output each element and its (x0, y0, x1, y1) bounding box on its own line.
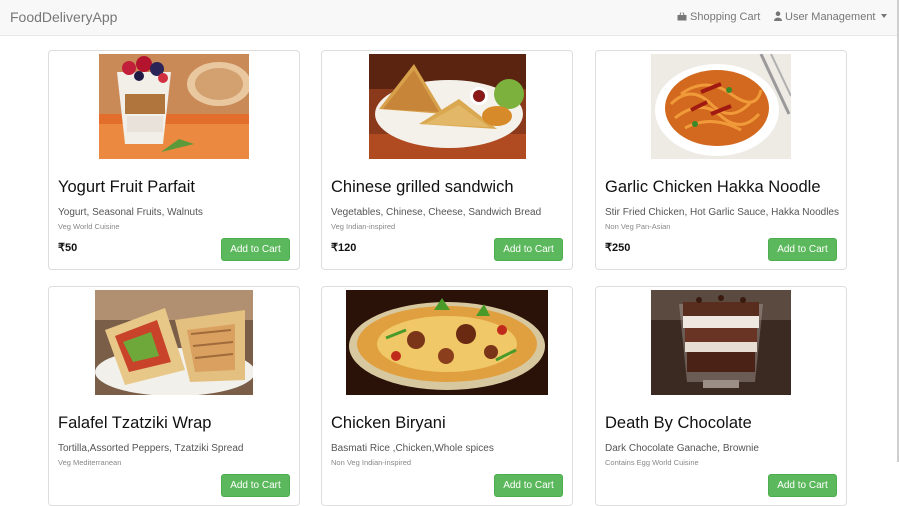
food-image (99, 54, 249, 159)
shopping-cart-link[interactable]: Shopping Cart (677, 11, 760, 23)
user-management-label: User Management (785, 11, 876, 23)
food-image (651, 54, 791, 159)
shopping-basket-icon (677, 12, 687, 21)
food-ingredients: Basmati Rice ,Chicken,Whole spices (331, 443, 494, 454)
food-ingredients: Yogurt, Seasonal Fruits, Walnuts (58, 207, 203, 218)
add-to-cart-button[interactable]: Add to Cart (221, 238, 290, 261)
user-icon (774, 11, 782, 21)
food-ingredients: Tortilla,Assorted Peppers, Tzatziki Spre… (58, 443, 244, 454)
caret-down-icon (880, 14, 887, 18)
food-cuisine: Non Veg Indian-inspired (331, 458, 412, 467)
food-ingredients: Vegetables, Chinese, Cheese, Sandwich Br… (331, 207, 542, 218)
food-cuisine: Non Veg Pan-Asian (605, 222, 671, 231)
brand-link[interactable]: FoodDeliveryApp (10, 9, 117, 25)
food-card-chicken-biryani: Chicken Biryani Basmati Rice ,Chicken,Wh… (321, 286, 573, 506)
food-card-yogurt-parfait: Yogurt Fruit Parfait Yogurt, Seasonal Fr… (48, 50, 300, 270)
shopping-cart-label: Shopping Cart (690, 11, 761, 23)
add-to-cart-button[interactable]: Add to Cart (494, 238, 563, 261)
food-price: ₹50 (58, 242, 78, 254)
food-ingredients: Stir Fried Chicken, Hot Garlic Sauce, Ha… (605, 207, 839, 218)
food-image (651, 290, 791, 395)
food-title: Chicken Biryani (331, 414, 446, 432)
food-ingredients: Dark Chocolate Ganache, Brownie (605, 443, 759, 454)
add-to-cart-button[interactable]: Add to Cart (494, 474, 563, 497)
food-card-falafel-wrap: Falafel Tzatziki Wrap Tortilla,Assorted … (48, 286, 300, 506)
food-title: Falafel Tzatziki Wrap (58, 414, 212, 432)
user-management-dropdown[interactable]: User Management (774, 11, 887, 23)
food-card-death-by-chocolate: Death By Chocolate Dark Chocolate Ganach… (595, 286, 847, 506)
food-title: Yogurt Fruit Parfait (58, 178, 195, 196)
food-cuisine: Contains Egg World Cuisine (605, 458, 699, 467)
food-title: Death By Chocolate (605, 414, 752, 432)
food-price: ₹250 (605, 242, 631, 254)
food-title: Garlic Chicken Hakka Noodle (605, 178, 821, 196)
navbar: FoodDeliveryApp Shopping Cart User Manag… (0, 0, 899, 36)
add-to-cart-button[interactable]: Add to Cart (768, 474, 837, 497)
food-title: Chinese grilled sandwich (331, 178, 514, 196)
food-image (95, 290, 253, 395)
food-image (346, 290, 548, 395)
add-to-cart-button[interactable]: Add to Cart (768, 238, 837, 261)
food-cuisine: Veg World Cuisine (58, 222, 120, 231)
food-image (369, 54, 526, 159)
food-card-hakka-noodle: Garlic Chicken Hakka Noodle Stir Fried C… (595, 50, 847, 270)
food-cuisine: Veg Indian-inspired (331, 222, 396, 231)
food-cuisine: Veg Mediterranean (58, 458, 122, 467)
add-to-cart-button[interactable]: Add to Cart (221, 474, 290, 497)
food-card-chinese-sandwich: Chinese grilled sandwich Vegetables, Chi… (321, 50, 573, 270)
food-price: ₹120 (331, 242, 357, 254)
